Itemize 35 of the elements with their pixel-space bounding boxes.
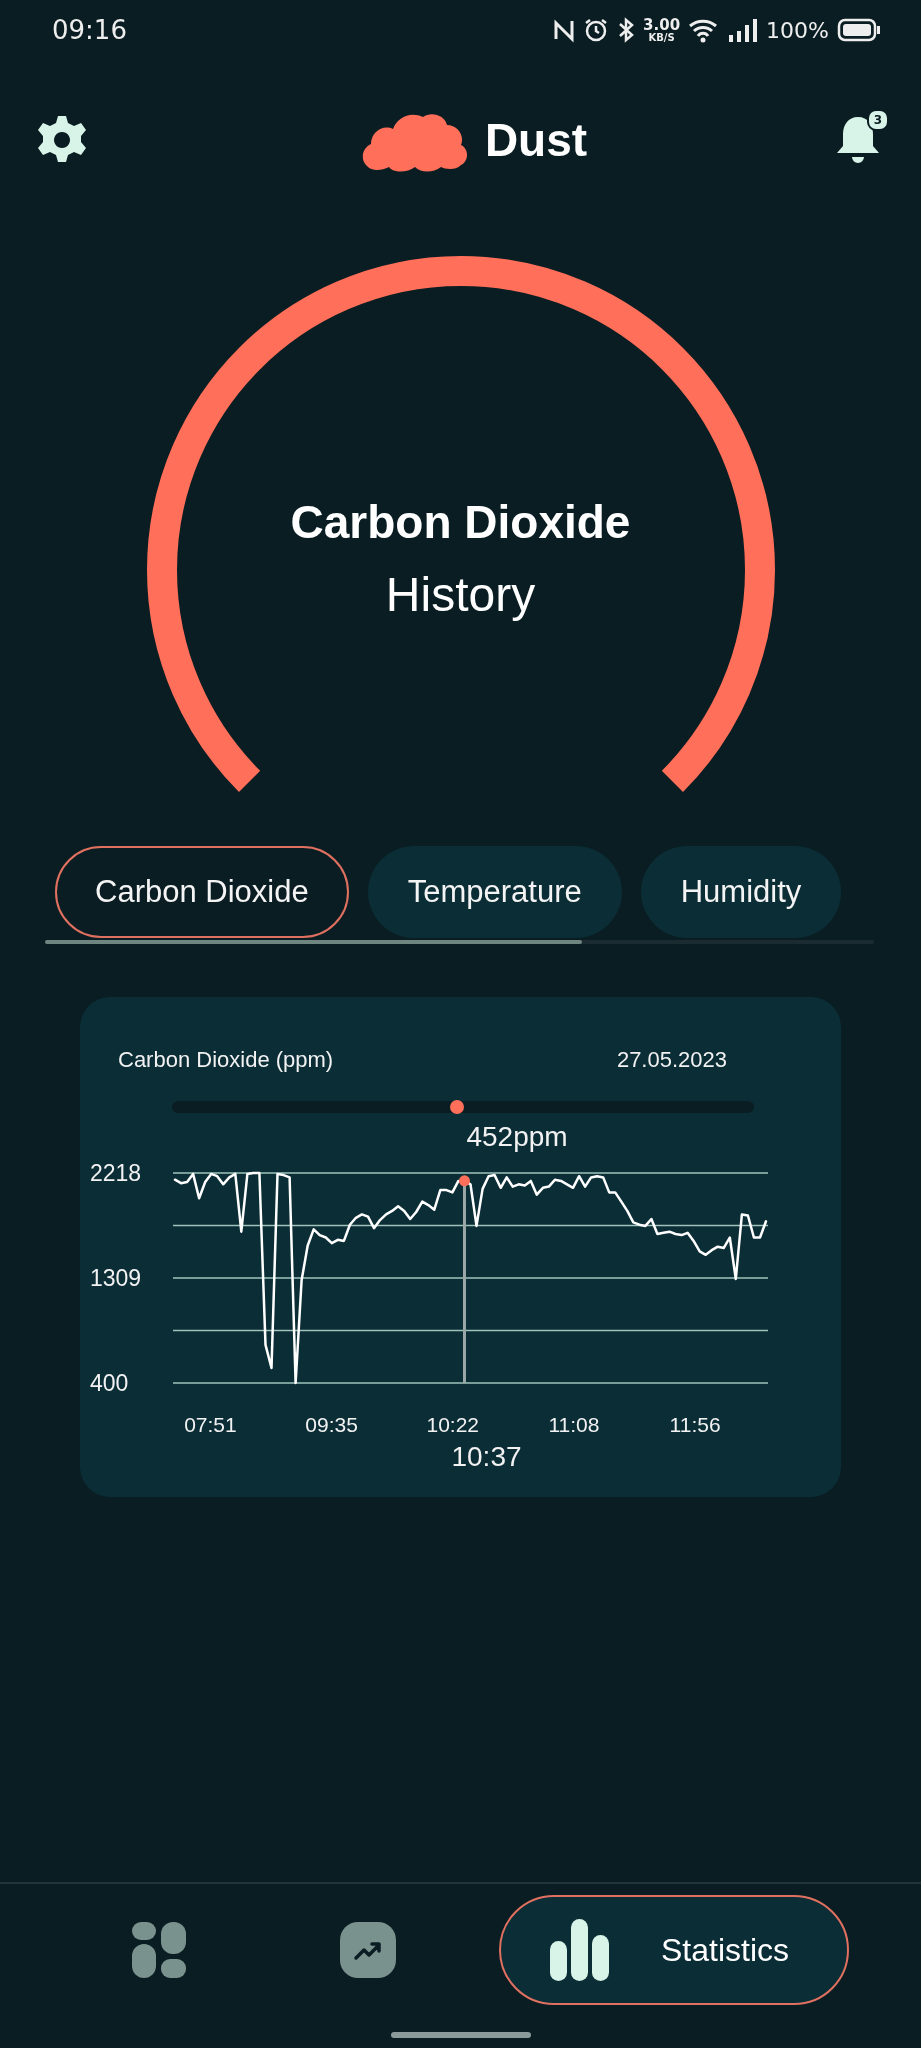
selected-time: 10:37 [451, 1441, 522, 1473]
gauge-subtitle: History [385, 567, 536, 622]
nav-label: Statistics [661, 1931, 790, 1969]
x-axis-label: 11:08 [548, 1413, 600, 1436]
chart-date: 27.05.2023 [616, 1047, 727, 1073]
nav-item[interactable]: Statistics [499, 1895, 849, 2005]
gauge-title: Carbon Dioxide [290, 495, 631, 549]
metric-tab[interactable]: Temperature [367, 846, 622, 938]
dashboard-icon[interactable] [131, 1921, 189, 1979]
app-title: Dust [484, 113, 588, 167]
y-axis-label: 1309 [90, 1265, 142, 1291]
metric-tab[interactable]: Carbon Dioxide [55, 846, 349, 938]
metric-tab[interactable]: Humidity [640, 846, 842, 938]
notification-badge: 3 [867, 109, 889, 131]
bluetooth-icon [617, 17, 636, 43]
signal-icon [728, 17, 759, 43]
x-axis-label: 09:35 [305, 1413, 358, 1436]
x-axis-label: 10:22 [426, 1413, 480, 1436]
battery-icon [837, 18, 881, 42]
trend-icon[interactable] [340, 1922, 396, 1978]
scrubber-thumb[interactable] [450, 1100, 465, 1114]
cursor-dot [458, 1175, 470, 1187]
reading-value: 452ppm [466, 1121, 568, 1152]
battery-percent: 100% [766, 17, 829, 43]
time-scrubber[interactable] [172, 1101, 754, 1113]
network-speed-unit: KB/S [648, 32, 675, 43]
clock-time: 09:16 [52, 15, 127, 45]
bar-chart-icon [549, 1919, 611, 1981]
y-axis-label: 400 [90, 1370, 129, 1396]
network-speed: 3.00 [643, 17, 681, 33]
chart-title: Carbon Dioxide (ppm) [118, 1047, 334, 1073]
x-axis-label: 11:56 [669, 1413, 721, 1436]
x-axis-label: 07:51 [184, 1413, 237, 1436]
y-axis-label: 2218 [90, 1160, 142, 1186]
nfc-icon [553, 17, 576, 43]
